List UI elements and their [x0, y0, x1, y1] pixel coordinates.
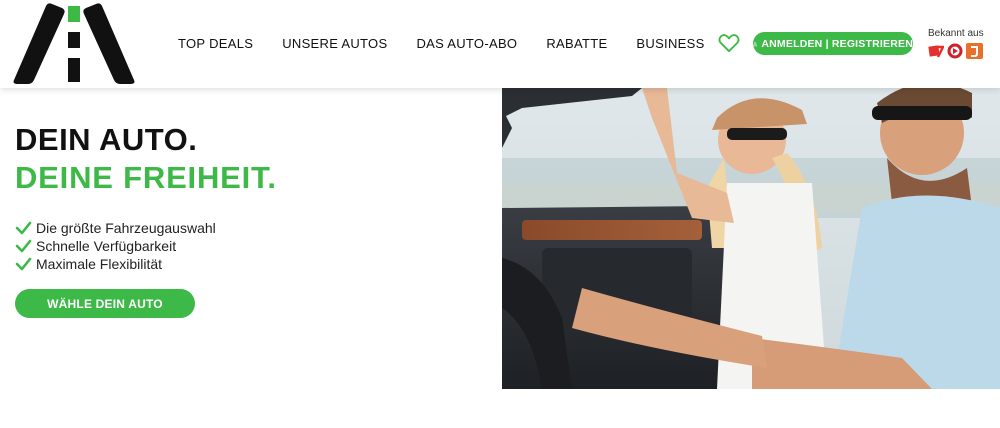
main-nav: TOP DEALS UNSERE AUTOS DAS AUTO-ABO RABA… [178, 36, 705, 51]
nav-top-deals[interactable]: TOP DEALS [178, 36, 253, 51]
feature-item: Die größte Fahrzeugauswahl [15, 219, 216, 237]
nav-das-auto-abo[interactable]: DAS AUTO-ABO [416, 36, 517, 51]
user-icon [753, 41, 758, 46]
media-logos [928, 43, 990, 59]
sport1-logo [947, 43, 963, 59]
known-from: Bekannt aus [928, 28, 990, 59]
hero-headline-line2: DEINE FREIHEIT. [15, 160, 277, 195]
rtl-logo [966, 43, 983, 59]
nav-rabatte[interactable]: RABATTE [546, 36, 607, 51]
feature-label: Die größte Fahrzeugauswahl [36, 220, 216, 236]
hero-headline-line1: DEIN AUTO. [15, 122, 198, 157]
feature-label: Schnelle Verfügbarkeit [36, 238, 177, 254]
check-icon [15, 257, 32, 271]
brand-logo[interactable] [12, 2, 136, 84]
known-from-label: Bekannt aus [928, 28, 984, 39]
feature-label: Maximale Flexibilität [36, 256, 163, 272]
hero-photo [502, 88, 1000, 389]
feature-item: Maximale Flexibilität [15, 255, 216, 273]
prosieben-logo [928, 45, 944, 58]
heart-icon[interactable] [718, 33, 740, 53]
check-icon [15, 221, 32, 235]
site-header: TOP DEALS UNSERE AUTOS DAS AUTO-ABO RABA… [0, 0, 1000, 88]
nav-unsere-autos[interactable]: UNSERE AUTOS [282, 36, 387, 51]
nav-business[interactable]: BUSINESS [636, 36, 704, 51]
feature-item: Schnelle Verfügbarkeit [15, 237, 216, 255]
login-register-label: ANMELDEN | REGISTRIEREN [761, 37, 913, 50]
feature-list: Die größte Fahrzeugauswahl Schnelle Verf… [15, 219, 216, 273]
login-register-button[interactable]: ANMELDEN | REGISTRIEREN [753, 32, 913, 55]
choose-car-button[interactable]: WÄHLE DEIN AUTO [15, 289, 195, 318]
check-icon [15, 239, 32, 253]
